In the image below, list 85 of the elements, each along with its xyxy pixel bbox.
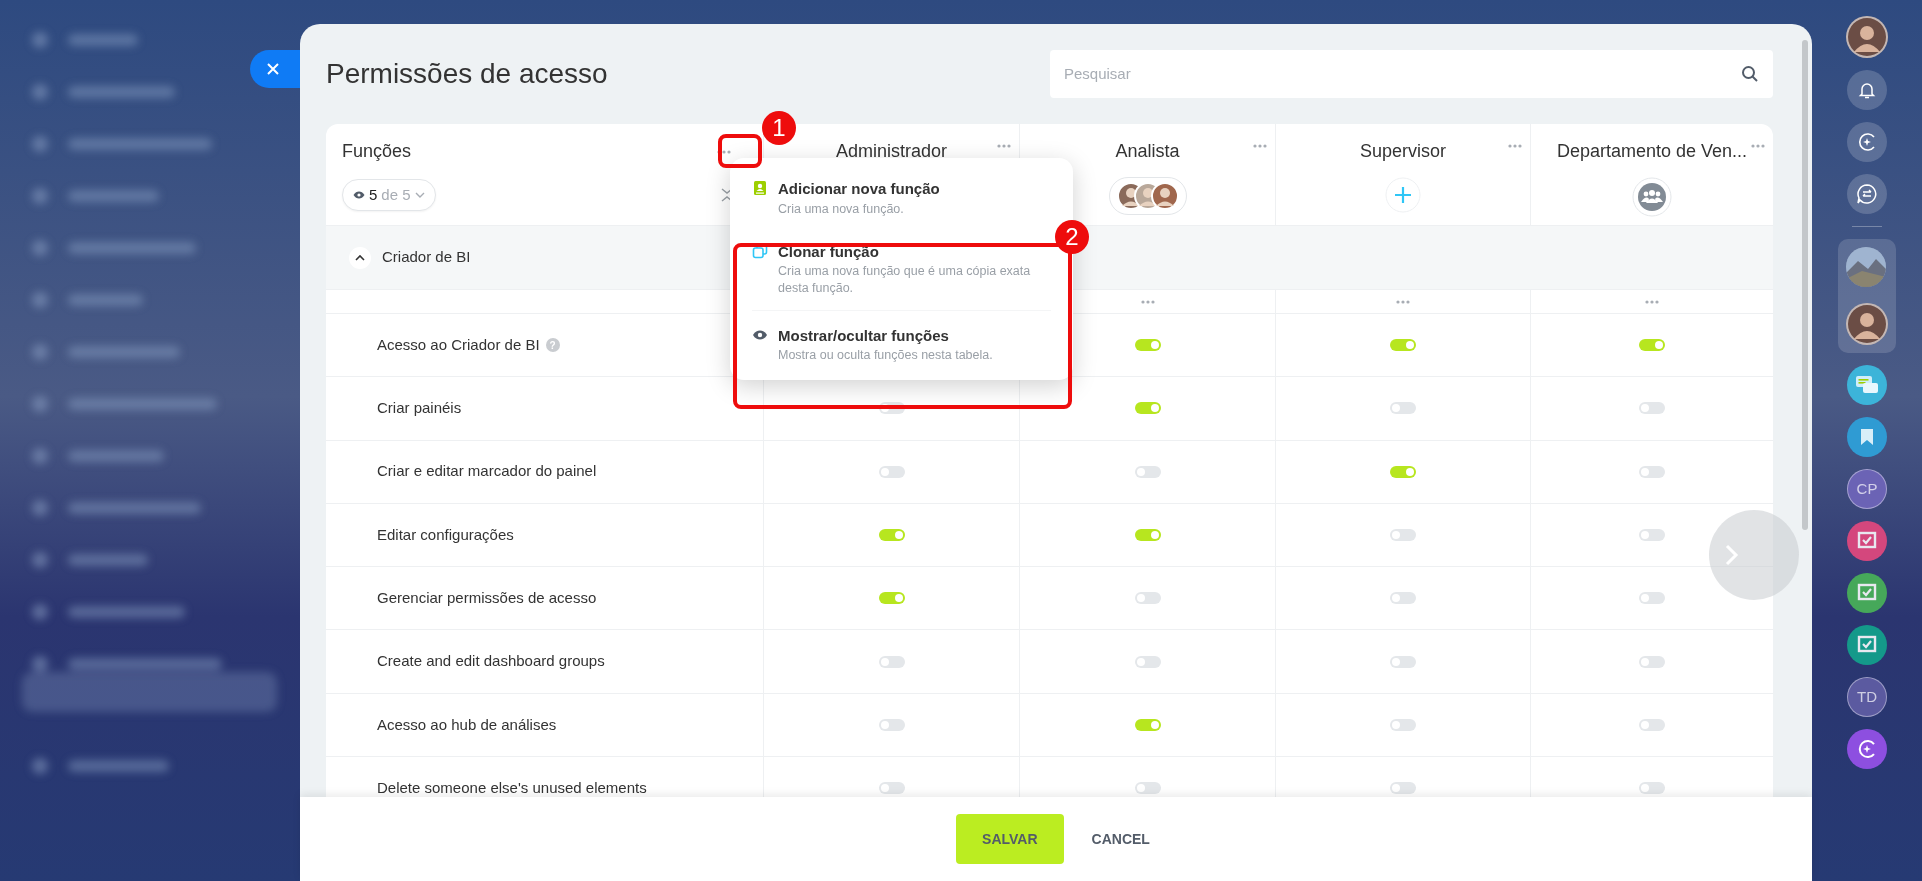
section-title: Criador de BI <box>382 247 471 268</box>
chat-swap-icon[interactable] <box>1847 174 1887 214</box>
chat-icon[interactable] <box>1847 365 1887 405</box>
chevron-up-icon[interactable] <box>348 245 372 270</box>
more-icon[interactable] <box>997 144 1011 148</box>
toggle-switch[interactable] <box>1390 402 1416 415</box>
more-icon[interactable] <box>1508 144 1522 148</box>
page-title: Permissões de acesso <box>326 57 608 91</box>
role-name: Supervisor <box>1359 140 1446 163</box>
contact-card-icon <box>752 180 768 196</box>
task-icon[interactable] <box>1847 625 1887 665</box>
toggle-switch[interactable] <box>878 782 905 795</box>
menu-item[interactable]: Clonar função Cria uma nova função que é uma cópia exata desta função. <box>730 232 1049 304</box>
role-name: Administrador <box>835 140 947 163</box>
permission-label: Delete someone else's unused elements <box>377 777 647 797</box>
bookmark-icon[interactable] <box>1847 417 1887 457</box>
add-member-icon[interactable] <box>1385 177 1421 213</box>
toggle-switch[interactable] <box>878 655 905 668</box>
toggle-switch[interactable] <box>1639 782 1665 795</box>
visible-roles-filter[interactable]: 5 de 5 <box>342 179 436 211</box>
toggle-switch[interactable] <box>878 529 905 542</box>
save-button[interactable]: SALVAR <box>956 814 1064 864</box>
toggle-switch[interactable] <box>1390 718 1416 731</box>
more-icon[interactable] <box>1253 144 1267 148</box>
highlight-frame <box>718 134 762 168</box>
toggle-switch[interactable] <box>878 465 905 478</box>
scrollbar[interactable] <box>1802 40 1808 530</box>
toggle-switch[interactable] <box>1134 402 1161 415</box>
user-initials[interactable]: TD <box>1847 677 1887 717</box>
department-icon[interactable] <box>1632 177 1672 217</box>
toggle-switch[interactable] <box>1134 592 1161 605</box>
toggle-switch[interactable] <box>1639 529 1665 542</box>
role-name: Departamento de Ven... <box>1556 140 1748 163</box>
toggle-switch[interactable] <box>878 592 905 605</box>
chevron-down-icon <box>414 192 425 198</box>
toggle-switch[interactable] <box>1639 718 1665 731</box>
toggle-switch[interactable] <box>1134 655 1161 668</box>
toggle-switch[interactable] <box>1390 529 1416 542</box>
toggle-switch[interactable] <box>1134 339 1161 352</box>
permission-label: Acesso ao Criador de BI <box>377 334 540 355</box>
toggle-switch[interactable] <box>1134 465 1161 478</box>
toggle-switch[interactable] <box>1390 592 1416 605</box>
toggle-switch[interactable] <box>1639 655 1665 668</box>
copilot-icon[interactable] <box>1847 729 1887 769</box>
role-name: Analista <box>1115 140 1180 163</box>
more-icon[interactable] <box>1751 144 1765 148</box>
bell-icon[interactable] <box>1847 70 1887 110</box>
search-field[interactable]: Pesquisar <box>1050 50 1773 98</box>
eye-icon <box>353 191 365 199</box>
more-icon[interactable] <box>1396 299 1410 304</box>
chevron-right-icon[interactable] <box>1725 544 1739 566</box>
permission-label: Criar painéis <box>377 398 462 419</box>
toggle-switch[interactable] <box>1134 718 1161 731</box>
user-avatar[interactable] <box>1846 303 1888 345</box>
permission-label: Acesso ao hub de análises <box>377 714 557 735</box>
toggle-switch[interactable] <box>1639 592 1665 605</box>
permission-label: Editar configurações <box>377 524 514 545</box>
toggle-switch[interactable] <box>1390 782 1416 795</box>
more-icon[interactable] <box>1140 299 1155 304</box>
permission-label: Criar e editar marcador do painel <box>377 461 597 482</box>
user-initials[interactable]: CP <box>1847 469 1887 509</box>
search-icon[interactable] <box>1741 65 1759 83</box>
toggle-switch[interactable] <box>1390 465 1416 478</box>
column-title: Funções <box>342 140 412 163</box>
toggle-switch[interactable] <box>1134 782 1161 795</box>
sparkle-ring-icon[interactable] <box>1847 122 1887 162</box>
menu-item[interactable]: Adicionar nova função Cria uma nova função. <box>730 170 1049 225</box>
step-number-badge: 1 <box>762 111 796 145</box>
toggle-switch[interactable] <box>1390 655 1416 668</box>
permission-label: Create and edit dashboard groups <box>377 651 605 672</box>
task-icon[interactable] <box>1847 573 1887 613</box>
close-icon[interactable] <box>266 62 280 76</box>
toggle-switch[interactable] <box>1390 339 1416 352</box>
permission-label: Gerenciar permissões de acesso <box>377 588 597 609</box>
cancel-button[interactable]: CANCEL <box>1085 827 1156 851</box>
toggle-switch[interactable] <box>1639 465 1665 478</box>
collapse-icon[interactable] <box>721 188 733 202</box>
toggle-switch[interactable] <box>878 718 905 731</box>
toggle-switch[interactable] <box>1639 402 1665 415</box>
more-icon[interactable] <box>1645 299 1659 304</box>
toggle-switch[interactable] <box>1134 529 1161 542</box>
user-avatar[interactable] <box>1846 16 1888 58</box>
menu-item[interactable]: Mostrar/ocultar funções Mostra ou oculta funções nesta tabela. <box>730 316 1049 372</box>
toggle-switch[interactable] <box>1639 339 1665 352</box>
task-icon[interactable] <box>1847 521 1887 561</box>
